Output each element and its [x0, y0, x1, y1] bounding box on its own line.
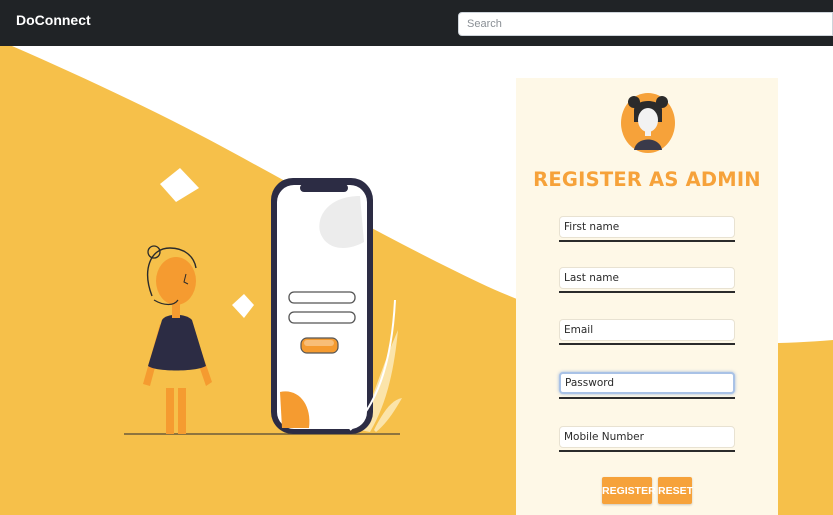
mobile-number-field[interactable] [559, 426, 735, 448]
phone-input-shape [288, 291, 356, 304]
phone-notch [300, 184, 348, 192]
top-navbar: DoConnect [0, 0, 833, 46]
password-field[interactable] [559, 372, 735, 394]
person-leg [166, 388, 174, 434]
phone-input-shape [288, 311, 356, 324]
person-leg [178, 388, 186, 434]
field-underline [559, 450, 735, 452]
field-underline [559, 343, 735, 345]
first-name-field[interactable] [559, 216, 735, 238]
search-input[interactable] [458, 12, 833, 36]
person-neck [172, 304, 180, 318]
email-field[interactable] [559, 319, 735, 341]
admin-avatar-icon [620, 88, 676, 154]
field-underline [559, 240, 735, 242]
register-card: REGISTER AS ADMIN REGISTER RESET [516, 78, 778, 515]
register-button[interactable]: REGISTER [602, 477, 656, 504]
form-title: REGISTER AS ADMIN [533, 168, 761, 191]
phone-illustration [271, 178, 373, 434]
field-underline [559, 397, 735, 399]
person-head [156, 257, 196, 305]
field-underline [559, 291, 735, 293]
reset-button[interactable]: RESET [658, 477, 693, 504]
brand-logo[interactable]: DoConnect [16, 12, 91, 28]
last-name-field[interactable] [559, 267, 735, 289]
